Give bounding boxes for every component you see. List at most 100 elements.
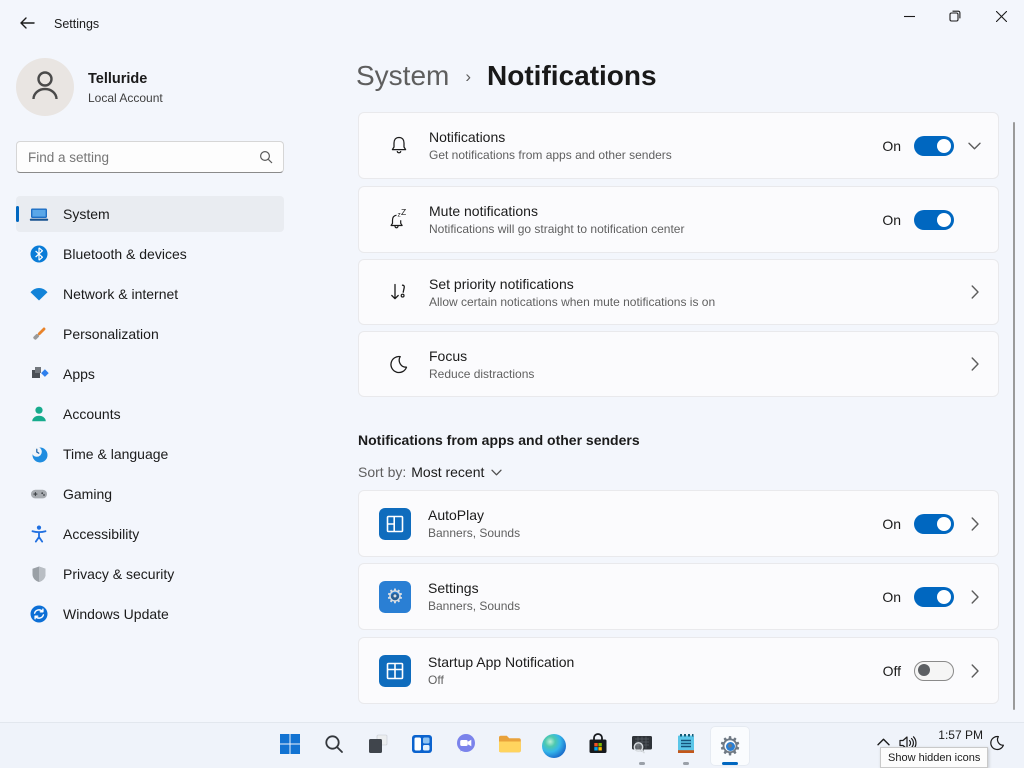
start-button[interactable] xyxy=(270,726,310,766)
settings-notifications-toggle[interactable] xyxy=(914,587,954,607)
folder-icon xyxy=(497,732,523,761)
clock[interactable]: 1:57 PM xyxy=(925,728,983,742)
sidebar-item-label: Accessibility xyxy=(63,526,139,542)
user-name: Telluride xyxy=(88,71,147,87)
startup-app-icon xyxy=(379,655,411,687)
minimize-button[interactable] xyxy=(886,0,932,36)
sidebar-item-gaming[interactable]: Gaming xyxy=(16,476,284,512)
sidebar-item-accessibility[interactable]: Accessibility xyxy=(16,516,284,552)
sidebar-item-label: Network & internet xyxy=(63,286,178,302)
taskbar-search-button[interactable] xyxy=(314,726,354,766)
toggle-state-label: On xyxy=(882,516,901,532)
update-icon xyxy=(29,604,49,624)
chevron-right-icon xyxy=(967,590,982,604)
paintbrush-icon xyxy=(29,324,49,344)
sidebar-item-personalization[interactable]: Personalization xyxy=(16,316,284,352)
notifications-toggle[interactable] xyxy=(914,136,954,156)
app-subtitle: Banners, Sounds xyxy=(428,599,882,613)
apps-icon xyxy=(29,364,49,384)
toggle-state-label: Off xyxy=(883,663,901,679)
sidebar-item-privacy-security[interactable]: Privacy & security xyxy=(16,556,284,592)
sidebar-item-system[interactable]: System xyxy=(16,196,284,232)
running-indicator xyxy=(639,762,645,765)
card-title: Focus xyxy=(429,348,954,364)
sidebar-item-label: System xyxy=(63,206,110,222)
scrollbar[interactable] xyxy=(1013,122,1015,710)
sidebar-item-bluetooth-devices[interactable]: Bluetooth & devices xyxy=(16,236,284,272)
startup-app-notification-toggle[interactable] xyxy=(914,661,954,681)
edge-icon xyxy=(542,734,566,758)
card-title: Set priority notifications xyxy=(429,276,954,292)
file-explorer-button[interactable] xyxy=(490,726,530,766)
toggle-state-label: On xyxy=(882,589,901,605)
task-view-button[interactable] xyxy=(358,726,398,766)
avatar[interactable] xyxy=(16,58,74,116)
shield-icon xyxy=(29,564,49,584)
app-row-settings[interactable]: ⚙ Settings Banners, Sounds On xyxy=(358,563,999,630)
back-button[interactable] xyxy=(12,12,42,38)
taskbar: ⚙ xyxy=(0,722,1024,768)
app-row-autoplay[interactable]: AutoPlay Banners, Sounds On xyxy=(358,490,999,557)
system-icon xyxy=(29,204,49,224)
sidebar-item-label: Privacy & security xyxy=(63,566,174,582)
autoplay-toggle[interactable] xyxy=(914,514,954,534)
sidebar-item-label: Windows Update xyxy=(63,606,169,622)
card-subtitle: Reduce distractions xyxy=(429,367,954,381)
autoplay-app-icon xyxy=(379,508,411,540)
chevron-down-icon[interactable] xyxy=(967,142,982,150)
do-not-disturb-moon-icon[interactable] xyxy=(986,733,1008,753)
toggle-state-label: On xyxy=(882,212,901,228)
user-account-type: Local Account xyxy=(88,91,163,105)
gear-icon: ⚙ xyxy=(718,733,741,759)
sidebar-item-network-internet[interactable]: Network & internet xyxy=(16,276,284,312)
running-indicator xyxy=(683,762,689,765)
mute-notifications-toggle[interactable] xyxy=(914,210,954,230)
settings-taskbar-button[interactable]: ⚙ xyxy=(710,726,750,766)
breadcrumb: System › Notifications xyxy=(356,56,657,96)
close-button[interactable] xyxy=(978,0,1024,36)
magnifier-app-button[interactable] xyxy=(622,726,662,766)
chevron-up-icon xyxy=(877,738,890,746)
windows-logo-icon xyxy=(278,732,302,761)
card-subtitle: Notifications will go straight to notifi… xyxy=(429,222,882,236)
chevron-right-icon xyxy=(967,517,982,531)
sidebar-item-accounts[interactable]: Accounts xyxy=(16,396,284,432)
titlebar: Settings xyxy=(0,0,1024,48)
screen-magnifier-icon xyxy=(629,732,655,761)
app-name: Startup App Notification xyxy=(428,654,883,670)
notepad-button[interactable] xyxy=(666,726,706,766)
notifications-setting-card[interactable]: Notifications Get notifications from app… xyxy=(358,112,999,179)
app-row-startup-app-notification[interactable]: Startup App Notification Off Off xyxy=(358,637,999,704)
priority-notifications-card[interactable]: Set priority notifications Allow certain… xyxy=(358,259,999,325)
restore-button[interactable] xyxy=(932,0,978,36)
sidebar-item-apps[interactable]: Apps xyxy=(16,356,284,392)
app-name: AutoPlay xyxy=(428,507,882,523)
edge-button[interactable] xyxy=(534,726,574,766)
search-input[interactable] xyxy=(17,150,253,165)
store-icon xyxy=(586,732,610,761)
settings-app-icon: ⚙ xyxy=(379,581,411,613)
bell-icon xyxy=(386,133,412,159)
sidebar-item-label: Bluetooth & devices xyxy=(63,246,187,262)
breadcrumb-separator: › xyxy=(465,67,471,87)
sidebar-item-time-language[interactable]: Time & language xyxy=(16,436,284,472)
app-name: Settings xyxy=(428,580,882,596)
search-box[interactable] xyxy=(16,141,284,173)
widgets-button[interactable] xyxy=(402,726,442,766)
gamepad-icon xyxy=(29,484,49,504)
mute-notifications-card[interactable]: zZ Mute notifications Notifications will… xyxy=(358,186,999,253)
close-icon xyxy=(996,9,1007,27)
accessibility-person-icon xyxy=(29,524,49,544)
store-button[interactable] xyxy=(578,726,618,766)
chat-button[interactable] xyxy=(446,726,486,766)
sidebar-item-label: Apps xyxy=(63,366,95,382)
active-indicator xyxy=(722,762,738,765)
breadcrumb-system[interactable]: System xyxy=(356,60,449,92)
sidebar-item-label: Personalization xyxy=(63,326,159,342)
app-subtitle: Off xyxy=(428,673,883,687)
sort-by-dropdown[interactable]: Sort by: Most recent xyxy=(358,464,502,480)
focus-card[interactable]: Focus Reduce distractions xyxy=(358,331,999,397)
clock-globe-icon xyxy=(29,444,49,464)
sidebar-item-windows-update[interactable]: Windows Update xyxy=(16,596,284,632)
wifi-icon xyxy=(29,284,49,304)
